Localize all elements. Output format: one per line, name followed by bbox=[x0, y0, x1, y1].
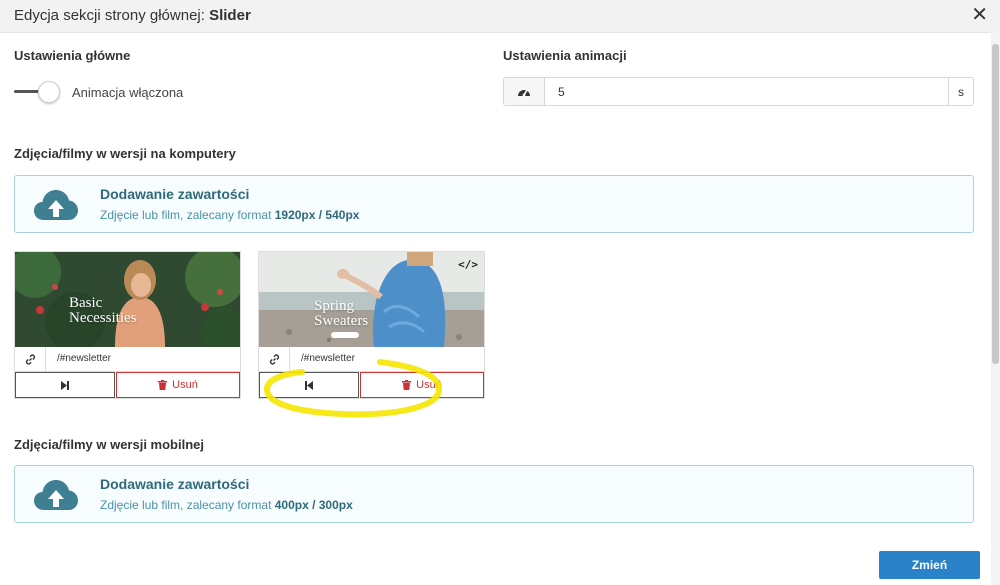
submit-button[interactable]: Zmień bbox=[879, 551, 980, 579]
move-right-button[interactable] bbox=[15, 372, 115, 398]
code-icon[interactable]: </> bbox=[458, 258, 478, 271]
desktop-upload-hint-text: Zdjęcie lub film, zalecany format bbox=[100, 208, 275, 222]
modal-title: Edycja sekcji strony głównej: Slider bbox=[14, 7, 251, 24]
delete-button[interactable]: Usuń bbox=[116, 372, 240, 398]
slide-thumbnail[interactable]: Basic Necessities bbox=[15, 252, 240, 347]
desktop-media-label: Zdjęcia/filmy w wersji na komputery bbox=[14, 146, 236, 161]
animation-toggle[interactable] bbox=[14, 81, 60, 103]
animation-duration-field[interactable]: 5 s bbox=[503, 77, 974, 106]
slide-link-row: /#newsletter bbox=[15, 347, 240, 372]
delete-label: Usuń bbox=[172, 379, 198, 391]
trash-icon bbox=[158, 380, 168, 390]
speedometer-icon bbox=[504, 78, 545, 105]
link-icon bbox=[259, 347, 290, 371]
close-icon[interactable]: ✕ bbox=[971, 5, 988, 25]
animation-toggle-label: Animacja włączona bbox=[72, 85, 184, 100]
animation-duration-value[interactable]: 5 bbox=[558, 85, 565, 99]
desktop-upload-format: 1920px / 540px bbox=[274, 208, 360, 222]
cloud-upload-icon bbox=[34, 190, 78, 220]
cloud-upload-icon bbox=[34, 480, 78, 510]
link-icon bbox=[15, 347, 46, 371]
slide-card: Basic Necessities /#newsletter Usuń bbox=[14, 251, 241, 399]
mobile-media-label: Zdjęcia/filmy w wersji mobilnej bbox=[14, 437, 204, 452]
scrollbar-thumb[interactable] bbox=[992, 44, 999, 364]
slide-actions: Usuń bbox=[259, 372, 484, 398]
move-left-button[interactable] bbox=[259, 372, 359, 398]
modal-title-section: Slider bbox=[209, 7, 251, 24]
mobile-upload-hint: Zdjęcie lub film, zalecany format 400px … bbox=[100, 498, 353, 512]
slide-link-input[interactable]: /#newsletter bbox=[301, 353, 355, 364]
slide-overlay-text: Basic Necessities bbox=[69, 295, 137, 326]
delete-label: Usuń bbox=[416, 379, 442, 391]
scrollbar[interactable] bbox=[991, 32, 1000, 585]
delete-button[interactable]: Usuń bbox=[360, 372, 484, 398]
slide-thumbnail[interactable]: Spring Sweaters </> bbox=[259, 252, 484, 347]
mobile-upload-dropzone[interactable]: Dodawanie zawartości Zdjęcie lub film, z… bbox=[14, 465, 974, 523]
move-right-icon bbox=[61, 380, 69, 390]
modal-header: Edycja sekcji strony głównej: Slider ✕ bbox=[0, 0, 1000, 33]
slide-actions: Usuń bbox=[15, 372, 240, 398]
slide-card: Spring Sweaters </> /#newsletter Usuń bbox=[258, 251, 485, 399]
slide-link-input[interactable]: /#newsletter bbox=[57, 353, 111, 364]
toggle-knob bbox=[38, 81, 60, 103]
main-settings-label: Ustawienia główne bbox=[14, 48, 131, 63]
animation-settings-label: Ustawienia animacji bbox=[503, 48, 627, 63]
slide-link-row: /#newsletter bbox=[259, 347, 484, 372]
trash-icon bbox=[402, 380, 412, 390]
desktop-upload-title: Dodawanie zawartości bbox=[100, 186, 250, 202]
desktop-upload-dropzone[interactable]: Dodawanie zawartości Zdjęcie lub film, z… bbox=[14, 175, 974, 233]
desktop-upload-hint: Zdjęcie lub film, zalecany format 1920px… bbox=[100, 208, 359, 222]
animation-duration-unit: s bbox=[948, 78, 973, 105]
move-left-icon bbox=[305, 380, 313, 390]
mobile-upload-title: Dodawanie zawartości bbox=[100, 476, 250, 492]
mobile-upload-format: 400px / 300px bbox=[274, 498, 353, 512]
modal-title-prefix: Edycja sekcji strony głównej: bbox=[14, 7, 210, 24]
mobile-upload-hint-text: Zdjęcie lub film, zalecany format bbox=[100, 498, 275, 512]
slide-overlay-text: Spring Sweaters bbox=[314, 298, 369, 329]
